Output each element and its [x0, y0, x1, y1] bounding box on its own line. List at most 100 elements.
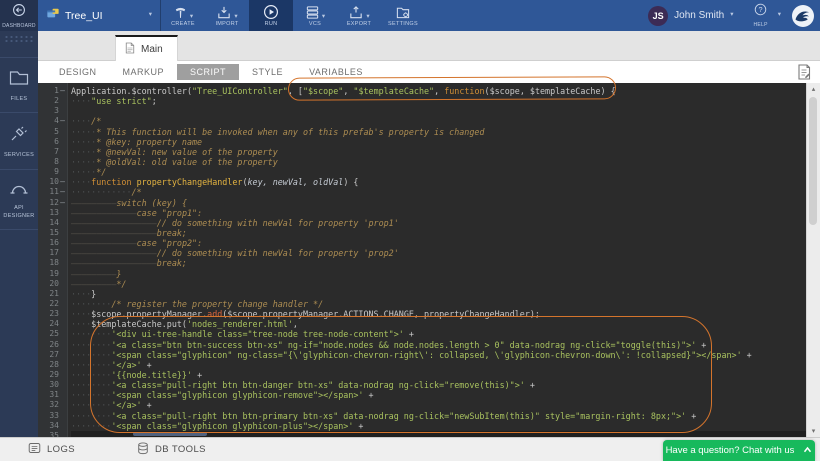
line-number[interactable]: 17 [38, 248, 67, 258]
line-number[interactable]: 16 [38, 238, 67, 248]
line-number[interactable]: 30 [38, 380, 67, 390]
code-line: –––––––––} [71, 269, 820, 279]
line-number[interactable]: 6 [38, 137, 67, 147]
line-number[interactable]: 11– [38, 187, 67, 197]
hscrollbar-thumb[interactable] [133, 432, 207, 436]
fold-marker-icon[interactable]: – [59, 198, 66, 208]
code-line: –––––––––*/ [71, 279, 820, 289]
tab-markup[interactable]: MARKUP [110, 64, 178, 80]
help-menu[interactable]: ? HELP [753, 3, 767, 28]
menu-vcs[interactable]: ▾VCS [293, 0, 337, 31]
sidebar-item-services[interactable]: SERVICES [0, 113, 38, 169]
line-number[interactable]: 26 [38, 340, 67, 350]
code-line: ········'</a>' + [71, 360, 820, 370]
fold-marker-icon[interactable]: – [59, 187, 66, 197]
line-number[interactable]: 18 [38, 258, 67, 268]
fold-marker-icon[interactable]: – [59, 177, 66, 187]
line-number[interactable]: 3 [38, 106, 67, 116]
sidebar-item-api-designer[interactable]: APIDESIGNER [0, 170, 38, 231]
db-tools-button[interactable]: DB TOOLS [137, 442, 206, 458]
scroll-down-icon[interactable]: ▾ [807, 427, 820, 435]
code-line: ·····* @newVal: new value of the propert… [71, 147, 820, 157]
code-line: ········'<a class="pull-right btn btn-da… [71, 380, 820, 390]
db-tools-label: DB TOOLS [155, 444, 206, 455]
logs-button[interactable]: LOGS [28, 442, 75, 457]
hammer-icon: ▾ [173, 4, 193, 20]
subtab-bar-tabs: DESIGNMARKUPSCRIPTSTYLEVARIABLES [46, 64, 376, 80]
sidebar-item-files[interactable]: FILES [0, 57, 38, 113]
dashboard-button[interactable]: DASHBOARD [0, 0, 38, 31]
line-number[interactable]: 15 [38, 228, 67, 238]
fold-marker-icon[interactable]: – [59, 116, 66, 126]
line-number[interactable]: 28 [38, 360, 67, 370]
line-number[interactable]: 20 [38, 279, 67, 289]
project-selector[interactable]: Tree_UI ▾ [38, 0, 160, 31]
code-line: ·····* This function will be invoked whe… [71, 127, 820, 137]
scroll-up-icon[interactable]: ▴ [807, 85, 820, 93]
line-number[interactable]: 1– [38, 86, 67, 96]
code-line: ········'<span class="glyphicon" ng-clas… [71, 350, 820, 360]
chevron-down-icon: ▾ [778, 12, 781, 19]
line-number[interactable]: 29 [38, 370, 67, 380]
chevron-up-icon [803, 445, 812, 456]
fold-marker-icon[interactable]: – [59, 86, 66, 96]
scrollbar-thumb[interactable] [809, 97, 817, 225]
code-line: –––––––––switch (key) { [71, 198, 820, 208]
line-number[interactable]: 7 [38, 147, 67, 157]
tab-main[interactable]: Main [115, 35, 178, 62]
tab-variables[interactable]: VARIABLES [296, 64, 376, 80]
tab-script[interactable]: SCRIPT [177, 64, 239, 80]
wavemaker-logo[interactable] [791, 4, 815, 28]
line-number[interactable]: 34 [38, 421, 67, 431]
user-menu[interactable]: JS John Smith ▾ [648, 6, 733, 26]
subtab-bar: DESIGNMARKUPSCRIPTSTYLEVARIABLES [38, 61, 820, 84]
menu-label: CREATE [171, 21, 195, 27]
tab-label: Main [141, 44, 163, 55]
menu-export[interactable]: ▾EXPORT [337, 0, 381, 31]
line-number[interactable]: 19 [38, 269, 67, 279]
top-bar: DASHBOARD Tree_UI ▾ ▾CREATE▾IMPORTRUN▾VC… [0, 0, 820, 31]
line-number[interactable]: 9 [38, 167, 67, 177]
menu-run[interactable]: RUN [249, 0, 293, 31]
chat-with-us-button[interactable]: Have a question? Chat with us [663, 440, 815, 461]
line-number[interactable]: 27 [38, 350, 67, 360]
menu-settings[interactable]: SETTINGS [381, 0, 425, 31]
document-icon [125, 42, 135, 57]
line-number[interactable]: 25 [38, 329, 67, 339]
line-number[interactable]: 2 [38, 96, 67, 106]
line-number[interactable]: 14 [38, 218, 67, 228]
menu-label: IMPORT [215, 21, 238, 27]
line-number[interactable]: 4– [38, 116, 67, 126]
line-number[interactable]: 32 [38, 400, 67, 410]
line-number[interactable]: 22 [38, 299, 67, 309]
code-editor[interactable]: 1–234–5678910–11–12–13141516171819202122… [38, 83, 820, 437]
line-number[interactable]: 8 [38, 157, 67, 167]
line-number[interactable]: 31 [38, 390, 67, 400]
line-number[interactable]: 13 [38, 208, 67, 218]
tab-style[interactable]: STYLE [239, 64, 296, 80]
code-line: ·····* @key: property name [71, 137, 820, 147]
left-sidebar: FILESSERVICES APIDESIGNER [0, 31, 38, 437]
chat-label: Have a question? Chat with us [666, 445, 795, 456]
help-label: HELP [753, 22, 767, 28]
menu-create[interactable]: ▾CREATE [161, 0, 205, 31]
line-number[interactable]: 23 [38, 309, 67, 319]
user-area: JS John Smith ▾ ? HELP ▾ [648, 0, 820, 31]
vertical-scrollbar[interactable]: ▴ ▾ [806, 83, 820, 437]
line-number[interactable]: 12– [38, 198, 67, 208]
tab-design[interactable]: DESIGN [46, 64, 110, 80]
sidebar-item-label: APIDESIGNER [3, 204, 34, 221]
code-area[interactable]: Application.$controller("Tree_UIControll… [68, 83, 820, 437]
import-icon: ▾ [216, 4, 237, 20]
topbar-menu-group: ▾CREATE▾IMPORTRUN▾VCS▾EXPORTSETTINGS [160, 0, 425, 31]
line-number[interactable]: 5 [38, 127, 67, 137]
code-line: ············/* [71, 187, 820, 197]
menu-label: RUN [265, 21, 278, 27]
line-number[interactable]: 10– [38, 177, 67, 187]
app-windows-icon [46, 7, 60, 25]
code-line: ········/* register the property change … [71, 299, 820, 309]
line-number[interactable]: 24 [38, 319, 67, 329]
menu-import[interactable]: ▾IMPORT [205, 0, 249, 31]
line-number[interactable]: 21 [38, 289, 67, 299]
line-number[interactable]: 33 [38, 411, 67, 421]
